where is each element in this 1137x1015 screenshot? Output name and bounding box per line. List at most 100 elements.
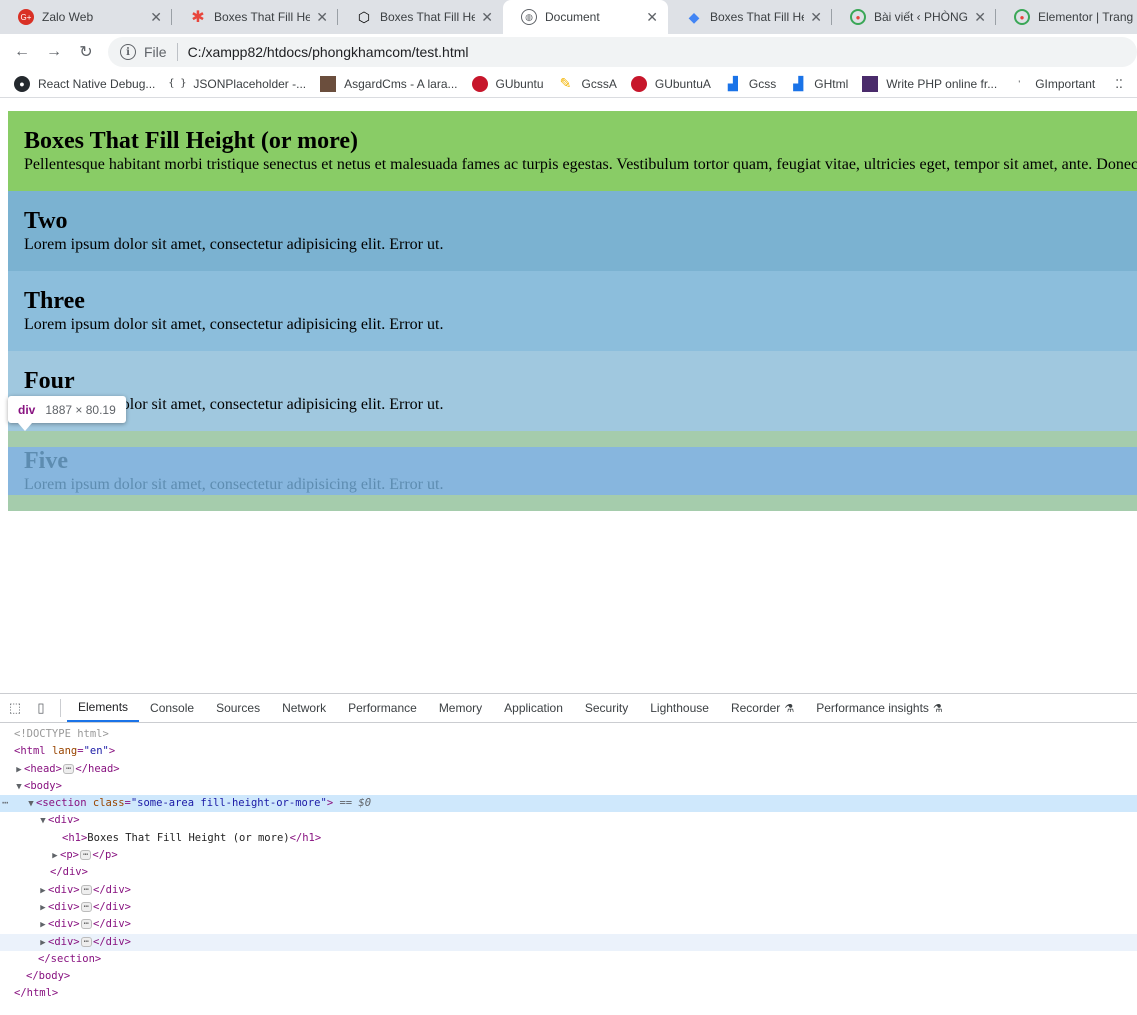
expand-triangle-icon[interactable]: ▶ <box>38 883 48 900</box>
layers-icon: ◆ <box>688 8 700 25</box>
tab-lighthouse[interactable]: Lighthouse <box>639 694 720 722</box>
bookmark-react-native[interactable]: ● React Native Debug... <box>14 75 155 92</box>
ubuntu-icon <box>471 75 488 92</box>
pencil-icon: ✎ <box>559 75 572 91</box>
inspect-element-icon[interactable]: ⬚ <box>2 694 28 722</box>
ellipsis-icon[interactable]: ⋯ <box>80 936 93 947</box>
device-toolbar-icon[interactable]: ▯ <box>28 694 54 722</box>
back-arrow-icon[interactable]: ← <box>6 36 38 68</box>
dom-line-body[interactable]: ▼ <body> <box>0 778 1137 795</box>
expand-triangle-icon[interactable]: ▶ <box>14 762 24 779</box>
bookmark-write-php[interactable]: Write PHP online fr... <box>862 75 998 92</box>
dom-line-div[interactable]: ▶ <div> ⋯ </div> <box>0 899 1137 916</box>
tab-label: Security <box>584 701 629 715</box>
tab-bai-viet[interactable]: ● Bài viết ‹ PHÒNG KI ✕ <box>832 0 996 34</box>
dom-line-html[interactable]: <html lang="en"> <box>0 743 1137 760</box>
browser-toolbar: ← → ↻ i File C:/xampp82/htdocs/phongkham… <box>0 34 1137 70</box>
tab-network[interactable]: Network <box>271 694 337 722</box>
bookmark-gubuntu[interactable]: GUbuntu <box>471 75 544 92</box>
dom-line-html-close[interactable]: </html> <box>0 985 1137 1002</box>
expand-triangle-icon[interactable]: ▶ <box>38 900 48 917</box>
dom-line-section-close[interactable]: </section> <box>0 951 1137 968</box>
bookmark-jsonplaceholder[interactable]: { } JSONPlaceholder -... <box>168 76 306 92</box>
flask-icon: ⚗ <box>784 702 795 715</box>
asgard-icon <box>320 75 337 92</box>
text-node: Boxes That Fill Height (or more) <box>87 831 290 844</box>
tab-strip: G+ Zalo Web ✕ ✱ Boxes That Fill Heig ✕ ⬡… <box>0 0 1137 34</box>
url-scheme: File <box>144 44 167 60</box>
close-icon[interactable]: ✕ <box>481 9 493 26</box>
tab-memory[interactable]: Memory <box>428 694 493 722</box>
tab-recorder[interactable]: Recorder ⚗ <box>720 694 805 722</box>
close-icon[interactable]: ✕ <box>974 9 986 26</box>
tab-title: Boxes That Fill Heig <box>380 10 476 24</box>
tab-label: Application <box>504 701 563 715</box>
bookmark-gubuntua[interactable]: GUbuntuA <box>630 75 711 92</box>
collapse-triangle-icon[interactable]: ▼ <box>38 813 48 830</box>
tab-application[interactable]: Application <box>493 694 574 722</box>
tag-text: </section> <box>38 952 102 965</box>
tag-text: <head> <box>24 762 62 775</box>
dom-line-section-selected[interactable]: ⋯ ▼ <section class="some-area fill-height-… <box>0 795 1137 813</box>
bookmark-gimportant[interactable]: ʹ GImportant <box>1011 76 1095 92</box>
address-bar[interactable]: i File C:/xampp82/htdocs/phongkhamcom/te… <box>108 37 1137 67</box>
bookmark-ghtml[interactable]: ▟ GHtml <box>790 76 848 92</box>
tab-zalo[interactable]: G+ Zalo Web ✕ <box>0 0 172 34</box>
tab-elementor[interactable]: ● Elementor | Trang c <box>996 0 1137 34</box>
dom-line-p[interactable]: ▶ <p> ⋯ </p> <box>0 847 1137 864</box>
bookmark-label: Gcss <box>748 76 777 91</box>
more-options-icon[interactable]: ⋯ <box>2 795 8 812</box>
chart-icon: ▟ <box>727 75 738 91</box>
expand-triangle-icon[interactable]: ▶ <box>50 848 60 865</box>
tab-performance-insights[interactable]: Performance insights ⚗ <box>805 694 954 722</box>
tab-sources[interactable]: Sources <box>205 694 271 722</box>
collapse-triangle-icon[interactable]: ▼ <box>26 796 36 813</box>
tab-security[interactable]: Security <box>574 694 639 722</box>
close-icon[interactable]: ✕ <box>646 9 658 26</box>
close-icon[interactable]: ✕ <box>810 9 822 26</box>
bookmark-asgardcms[interactable]: AsgardCms - A lara... <box>320 75 458 92</box>
expand-triangle-icon[interactable]: ▶ <box>38 935 48 952</box>
dom-line-div-hovered[interactable]: ▶ <div> ⋯ </div> <box>0 933 1137 952</box>
tab-document[interactable]: ◍ Document ✕ <box>503 0 668 34</box>
dom-line-head[interactable]: ▶ <head> ⋯ </head> <box>0 761 1137 778</box>
tab-boxes-1[interactable]: ✱ Boxes That Fill Heig ✕ <box>172 0 338 34</box>
tag-text: <p> <box>60 849 79 862</box>
dom-line-h1[interactable]: <h1>Boxes That Fill Height (or more)</h1… <box>0 830 1137 847</box>
ellipsis-icon[interactable]: ⋯ <box>80 884 93 895</box>
ellipsis-icon[interactable]: ⋯ <box>62 763 75 774</box>
collapse-triangle-icon[interactable]: ▼ <box>14 779 24 796</box>
expand-triangle-icon[interactable]: ▶ <box>38 917 48 934</box>
bookmark-label: GUbuntu <box>495 76 544 91</box>
box-text: Lorem ipsum dolor sit amet, consectetur … <box>24 476 444 493</box>
tab-title: Boxes That Fill Heig <box>214 10 311 24</box>
ellipsis-icon[interactable]: ⋯ <box>80 919 93 930</box>
tab-console[interactable]: Console <box>139 694 205 722</box>
bookmark-gcssa[interactable]: ✎ GcssA <box>558 75 617 92</box>
dom-line-div[interactable]: ▼ <div> <box>0 812 1137 829</box>
close-icon[interactable]: ✕ <box>150 9 162 26</box>
more-bookmarks-icon[interactable]: ⁚⁚ <box>1115 77 1123 91</box>
tab-label: Sources <box>216 701 261 715</box>
info-icon[interactable]: i <box>120 44 136 60</box>
ellipsis-icon[interactable]: ⋯ <box>80 901 93 912</box>
codepen-icon: ⬡ <box>357 8 371 25</box>
tab-boxes-2[interactable]: ⬡ Boxes That Fill Heig ✕ <box>338 0 503 34</box>
tab-boxes-3[interactable]: ◆ Boxes That Fill Heig ✕ <box>668 0 832 34</box>
bookmark-label: GImportant <box>1035 76 1096 91</box>
dom-line-div[interactable]: ▶ <div> ⋯ </div> <box>0 916 1137 933</box>
close-icon[interactable]: ✕ <box>316 9 328 26</box>
reload-icon[interactable]: ↻ <box>70 36 102 68</box>
dom-line-doctype[interactable]: <!DOCTYPE html> <box>0 726 1137 743</box>
dom-line-div-close[interactable]: </div> <box>0 864 1137 881</box>
ellipsis-icon[interactable]: ⋯ <box>79 850 92 861</box>
bookmark-label: Write PHP online fr... <box>886 76 998 91</box>
tab-elements[interactable]: Elements <box>67 694 140 722</box>
forward-arrow-icon[interactable]: → <box>38 36 70 68</box>
tag-text: > <box>326 797 334 810</box>
dom-line-div[interactable]: ▶ <div> ⋯ </div> <box>0 882 1137 899</box>
dom-line-body-close[interactable]: </body> <box>0 968 1137 985</box>
tag-text: </h1> <box>289 831 322 844</box>
tab-performance[interactable]: Performance <box>337 694 428 722</box>
bookmark-gcss[interactable]: ▟ Gcss <box>725 76 776 92</box>
